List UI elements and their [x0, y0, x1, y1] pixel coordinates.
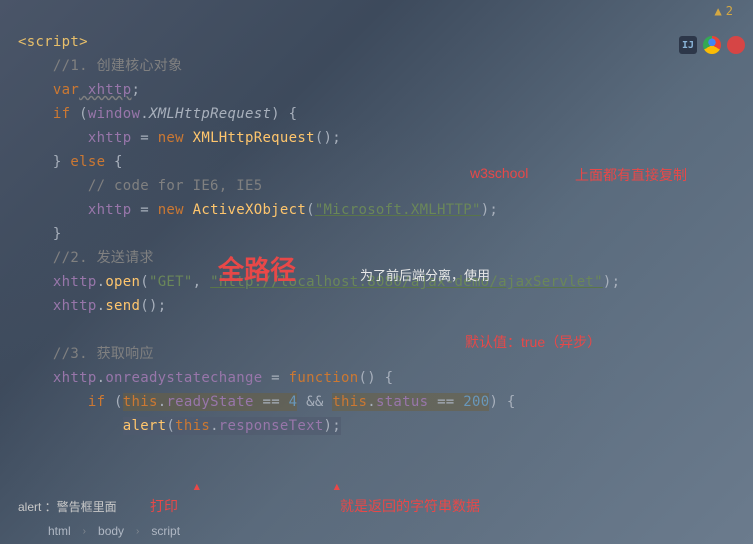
record-icon[interactable]: [727, 36, 745, 54]
code-editor[interactable]: <script> //1. 创建核心对象 var xhttp; if (wind…: [18, 30, 693, 438]
comment-3: //3. 获取响应: [53, 346, 154, 362]
arrow-icon: ▴: [332, 476, 342, 495]
arrow-icon: ▴: [192, 476, 202, 495]
annot-return: 就是返回的字符串数据: [340, 496, 480, 516]
annot-alert: alert ：警告框里面: [18, 498, 117, 515]
annot-default: 默认值：true（异步）: [465, 332, 601, 352]
breadcrumb-html[interactable]: html: [48, 524, 71, 538]
chevron-icon: ›: [136, 524, 139, 538]
comment-ie: // code for IE6, IE5: [88, 178, 263, 194]
chevron-icon: ›: [83, 524, 86, 538]
breadcrumb-script[interactable]: script: [151, 524, 180, 538]
breadcrumb[interactable]: html › body › script: [48, 524, 180, 538]
warning-indicator[interactable]: ▲ 2: [715, 4, 733, 18]
chrome-icon[interactable]: [703, 36, 721, 54]
annot-separation: 为了前后端分离，使用: [360, 265, 490, 284]
annot-fullpath: 全路径: [218, 250, 296, 287]
breadcrumb-body[interactable]: body: [98, 524, 124, 538]
annot-copy: 上面都有直接复制: [575, 165, 687, 185]
comment-1: //1. 创建核心对象: [53, 58, 182, 74]
comment-2: //2. 发送请求: [53, 250, 154, 266]
annot-w3school: w3school: [470, 165, 528, 181]
warning-icon: ▲: [715, 4, 722, 18]
annot-print: 打印: [150, 496, 178, 516]
warning-count: 2: [726, 4, 733, 18]
script-open-tag: <script>: [18, 34, 88, 50]
